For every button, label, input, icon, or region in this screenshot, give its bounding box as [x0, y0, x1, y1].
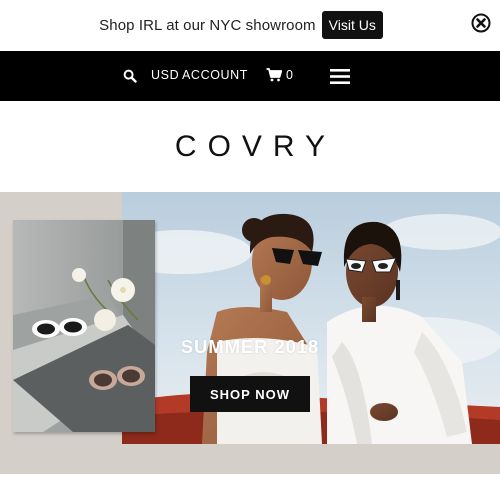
product-sunglasses-image [13, 220, 155, 432]
shop-now-button[interactable]: SHOP NOW [190, 376, 310, 412]
header-logo-area: COVRY [0, 101, 500, 192]
cart-count[interactable]: 0 [286, 68, 293, 82]
announcement-bar: Shop IRL at our NYC showroom Visit Us [0, 0, 500, 51]
account-link[interactable]: ACCOUNT [182, 68, 248, 82]
brand-logo[interactable]: COVRY [0, 130, 500, 164]
cart-icon[interactable] [266, 68, 282, 82]
currency-selector[interactable]: USD [151, 68, 179, 82]
announcement-content: Shop IRL at our NYC showroom Visit Us [0, 11, 482, 39]
close-icon[interactable] [471, 13, 491, 33]
hero-models-image [122, 192, 500, 444]
announcement-text: Shop IRL at our NYC showroom [99, 16, 316, 34]
top-navigation: USD ACCOUNT 0 [0, 51, 500, 101]
hero-title: SUMMER 2018 [180, 336, 320, 357]
below-fold [0, 474, 500, 500]
visit-us-button[interactable]: Visit Us [321, 11, 383, 39]
hamburger-menu-icon[interactable] [330, 69, 350, 84]
hero-banner[interactable]: SUMMER 2018 SHOP NOW [0, 192, 500, 474]
search-icon[interactable] [123, 69, 137, 83]
